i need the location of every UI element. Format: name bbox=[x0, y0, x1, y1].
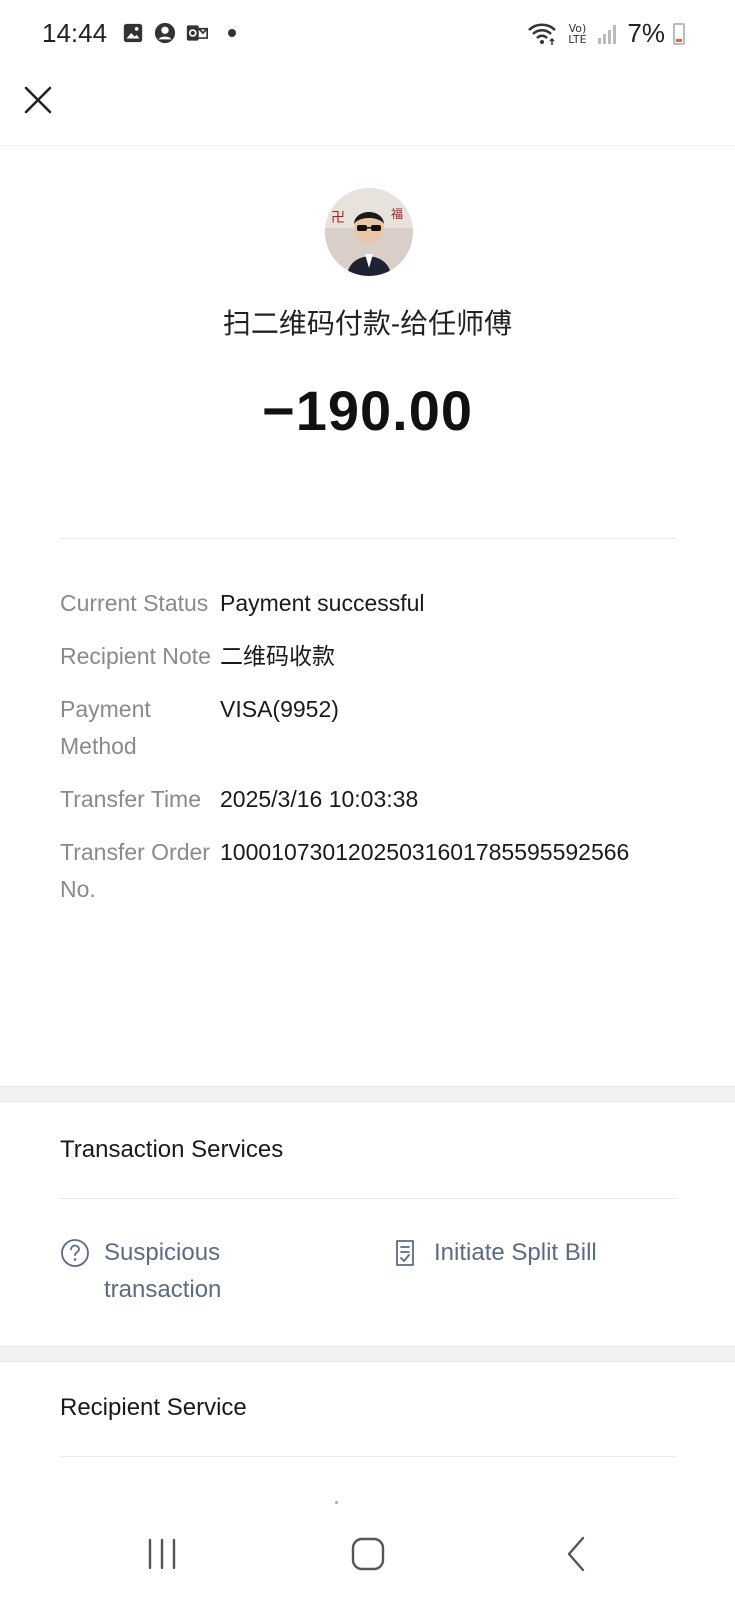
section-gap bbox=[0, 1346, 735, 1362]
detail-row-status: Current Status Payment successful bbox=[60, 585, 680, 622]
transaction-amount: −190.00 bbox=[262, 379, 473, 442]
transaction-details: Current Status Payment successful Recipi… bbox=[60, 585, 680, 924]
suspicious-transaction-link[interactable]: Suspicious transaction bbox=[60, 1234, 320, 1308]
question-circle-icon bbox=[61, 1239, 89, 1267]
detail-value: VISA(9952) bbox=[220, 696, 339, 722]
detail-label: Transfer Order No. bbox=[60, 839, 210, 902]
status-bar: 14:44 Vo) LTE 7% bbox=[0, 0, 735, 70]
detail-value: 2025/3/16 10:03:38 bbox=[220, 786, 419, 812]
split-bill-icon bbox=[396, 1240, 414, 1266]
scroll-indicator-dot bbox=[335, 1501, 338, 1504]
volte-icon: Vo) LTE bbox=[568, 21, 587, 46]
section-gap bbox=[0, 1086, 735, 1102]
detail-row-payment-method: Payment Method VISA(9952) bbox=[60, 691, 680, 765]
detail-label: Transfer Time bbox=[60, 786, 202, 812]
battery-icon bbox=[673, 22, 685, 45]
suspicious-transaction-label: Suspicious transaction bbox=[104, 1239, 222, 1303]
detail-label: Current Status bbox=[60, 590, 209, 616]
svg-text:福: 福 bbox=[391, 206, 403, 221]
detail-divider bbox=[60, 538, 677, 539]
wifi-icon bbox=[528, 23, 557, 45]
svg-text:卍: 卍 bbox=[331, 210, 345, 226]
detail-row-recipient-note: Recipient Note 二维码收款 bbox=[60, 638, 680, 675]
detail-label: Recipient Note bbox=[60, 643, 211, 669]
signal-icon bbox=[598, 24, 617, 44]
initiate-split-bill-link[interactable]: Initiate Split Bill bbox=[390, 1234, 690, 1271]
gallery-icon bbox=[123, 23, 143, 43]
recent-apps-icon[interactable] bbox=[142, 1534, 182, 1574]
avatar: 卍 福 bbox=[325, 188, 413, 276]
initiate-split-bill-label: Initiate Split Bill bbox=[434, 1239, 597, 1266]
battery-percent: 7% bbox=[627, 18, 665, 48]
detail-value: 10001073012025031601785595592566 bbox=[220, 839, 630, 865]
close-icon[interactable] bbox=[20, 82, 56, 118]
detail-value: 二维码收款 bbox=[220, 643, 335, 669]
home-icon[interactable] bbox=[348, 1534, 388, 1574]
system-nav-bar bbox=[0, 1510, 735, 1600]
detail-row-order-no: Transfer Order No. 100010730120250316017… bbox=[60, 834, 680, 908]
detail-value: Payment successful bbox=[220, 590, 425, 616]
merchant-name: 扫二维码付款-给任师傅 bbox=[222, 308, 513, 339]
detail-label: Payment Method bbox=[60, 696, 151, 759]
account-icon bbox=[154, 22, 176, 44]
back-icon[interactable] bbox=[557, 1534, 597, 1574]
outlook-icon bbox=[186, 25, 208, 41]
notification-dot bbox=[228, 29, 236, 37]
transaction-services-title: Transaction Services bbox=[60, 1136, 284, 1163]
status-system-icons: Vo) LTE 7% bbox=[527, 18, 685, 49]
status-time: 14:44 bbox=[42, 18, 108, 48]
status-notification-icons bbox=[122, 22, 236, 44]
detail-row-transfer-time: Transfer Time 2025/3/16 10:03:38 bbox=[60, 781, 680, 818]
header-divider bbox=[0, 145, 735, 146]
section-divider bbox=[60, 1198, 677, 1199]
recipient-service-title: Recipient Service bbox=[60, 1394, 247, 1421]
section-divider bbox=[60, 1456, 677, 1457]
